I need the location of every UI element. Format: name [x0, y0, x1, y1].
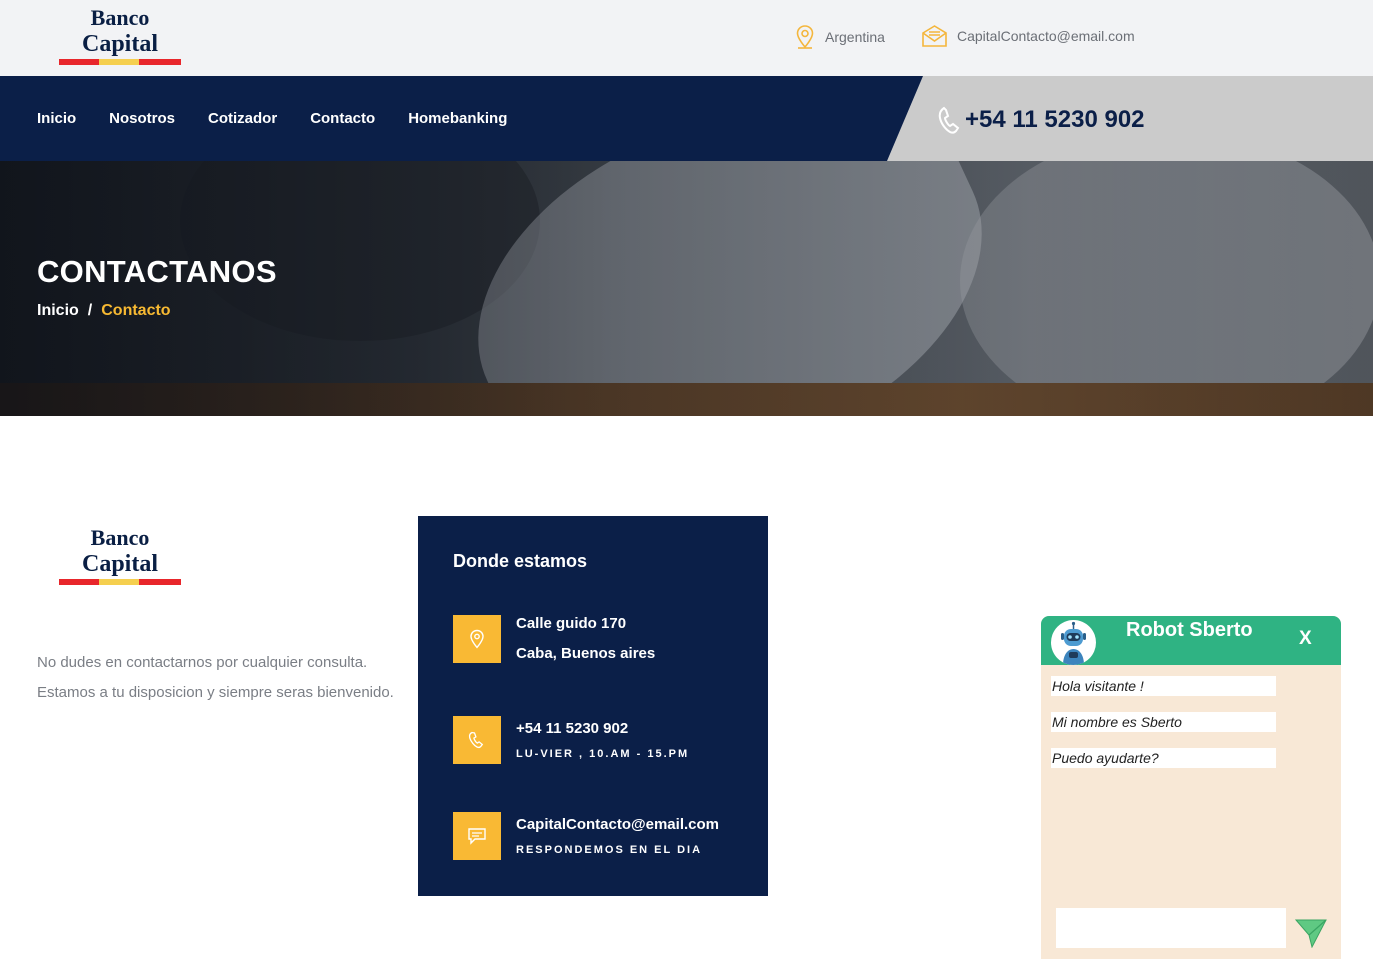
email-info[interactable]: CapitalContacto@email.com — [921, 24, 1135, 48]
envelope-icon — [922, 25, 947, 47]
content-logo-line2: Capital — [81, 551, 158, 577]
content-logo-line1: Banco — [90, 525, 150, 550]
phone-icon — [938, 106, 960, 134]
phone-icon — [453, 716, 501, 764]
contact-phone-number[interactable]: +54 11 5230 902 — [516, 714, 689, 744]
nav-bar: Inicio Nosotros Cotizador Contacto Homeb… — [0, 76, 1373, 161]
chat-input[interactable] — [1056, 908, 1286, 948]
contact-address: Calle guido 170 Caba, Buenos aires — [453, 615, 655, 669]
contact-card-title: Donde estamos — [453, 551, 588, 571]
page-title: CONTACTANOS — [37, 254, 277, 289]
breadcrumb-current: Contacto — [101, 302, 171, 319]
chat-title: Robot Sberto — [1126, 619, 1253, 641]
nav-item-nosotros[interactable]: Nosotros — [109, 110, 175, 127]
chat-widget: Robot Sberto X Hola visitante ! Mi nombr… — [1041, 616, 1341, 959]
chat-header: Robot Sberto X — [1041, 616, 1341, 665]
chat-message: Puedo ayudarte? — [1051, 748, 1276, 768]
nav-item-homebanking[interactable]: Homebanking — [408, 110, 507, 127]
address-line1: Calle guido 170 — [516, 615, 627, 632]
brand-name-line2: Capital — [81, 31, 158, 57]
location-icon — [453, 615, 501, 663]
email-text: CapitalContacto@email.com — [957, 28, 1135, 44]
brand-stripe — [59, 59, 181, 65]
nav-item-cotizador[interactable]: Cotizador — [208, 110, 277, 127]
top-bar: Banco Capital Argentina CapitalContacto@… — [0, 0, 1373, 76]
map-pin-icon — [796, 25, 814, 49]
nav-phone[interactable]: +54 11 5230 902 — [935, 104, 1145, 136]
contact-card: Donde estamos Calle guido 170 Caba, Buen… — [418, 516, 768, 896]
nav-phone-number: +54 11 5230 902 — [965, 106, 1145, 133]
address-line2: Caba, Buenos aires — [516, 645, 656, 662]
hero-banner: CONTACTANOS Inicio / Contacto — [0, 161, 1373, 416]
location-text: Argentina — [825, 29, 885, 45]
brand-logo[interactable]: Banco Capital — [59, 5, 181, 65]
breadcrumb-home[interactable]: Inicio — [37, 302, 79, 319]
content-logo-stripe — [59, 579, 181, 585]
contact-email: CapitalContacto@email.com RESPONDEMOS EN… — [453, 812, 719, 860]
page: Banco Capital Argentina CapitalContacto@… — [0, 0, 1373, 959]
robot-avatar — [1051, 620, 1096, 665]
chat-bubble-icon — [453, 812, 501, 860]
nav-item-contacto[interactable]: Contacto — [310, 110, 375, 127]
chat-close-button[interactable]: X — [1299, 628, 1312, 650]
contact-phone: +54 11 5230 902 LU-VIER , 10.AM - 15.PM — [453, 716, 689, 764]
contact-email-address[interactable]: CapitalContacto@email.com — [516, 810, 719, 840]
nav-menu: Inicio Nosotros Cotizador Contacto Homeb… — [37, 76, 540, 161]
nav-item-inicio[interactable]: Inicio — [37, 110, 76, 127]
contact-email-note: RESPONDEMOS EN EL DIA — [516, 844, 703, 856]
send-icon — [1294, 919, 1327, 949]
breadcrumb-separator: / — [87, 302, 93, 319]
contact-phone-hours: LU-VIER , 10.AM - 15.PM — [516, 748, 690, 760]
location-info: Argentina — [794, 24, 885, 50]
chat-message: Mi nombre es Sberto — [1051, 712, 1276, 732]
breadcrumb: Inicio / Contacto — [37, 302, 171, 320]
brand-name-line1: Banco — [90, 5, 150, 30]
content-logo: Banco Capital — [59, 525, 181, 585]
intro-text: No dudes en contactarnos por cualquier c… — [37, 654, 394, 701]
chat-message: Hola visitante ! — [1051, 676, 1276, 696]
send-button[interactable] — [1294, 916, 1328, 953]
